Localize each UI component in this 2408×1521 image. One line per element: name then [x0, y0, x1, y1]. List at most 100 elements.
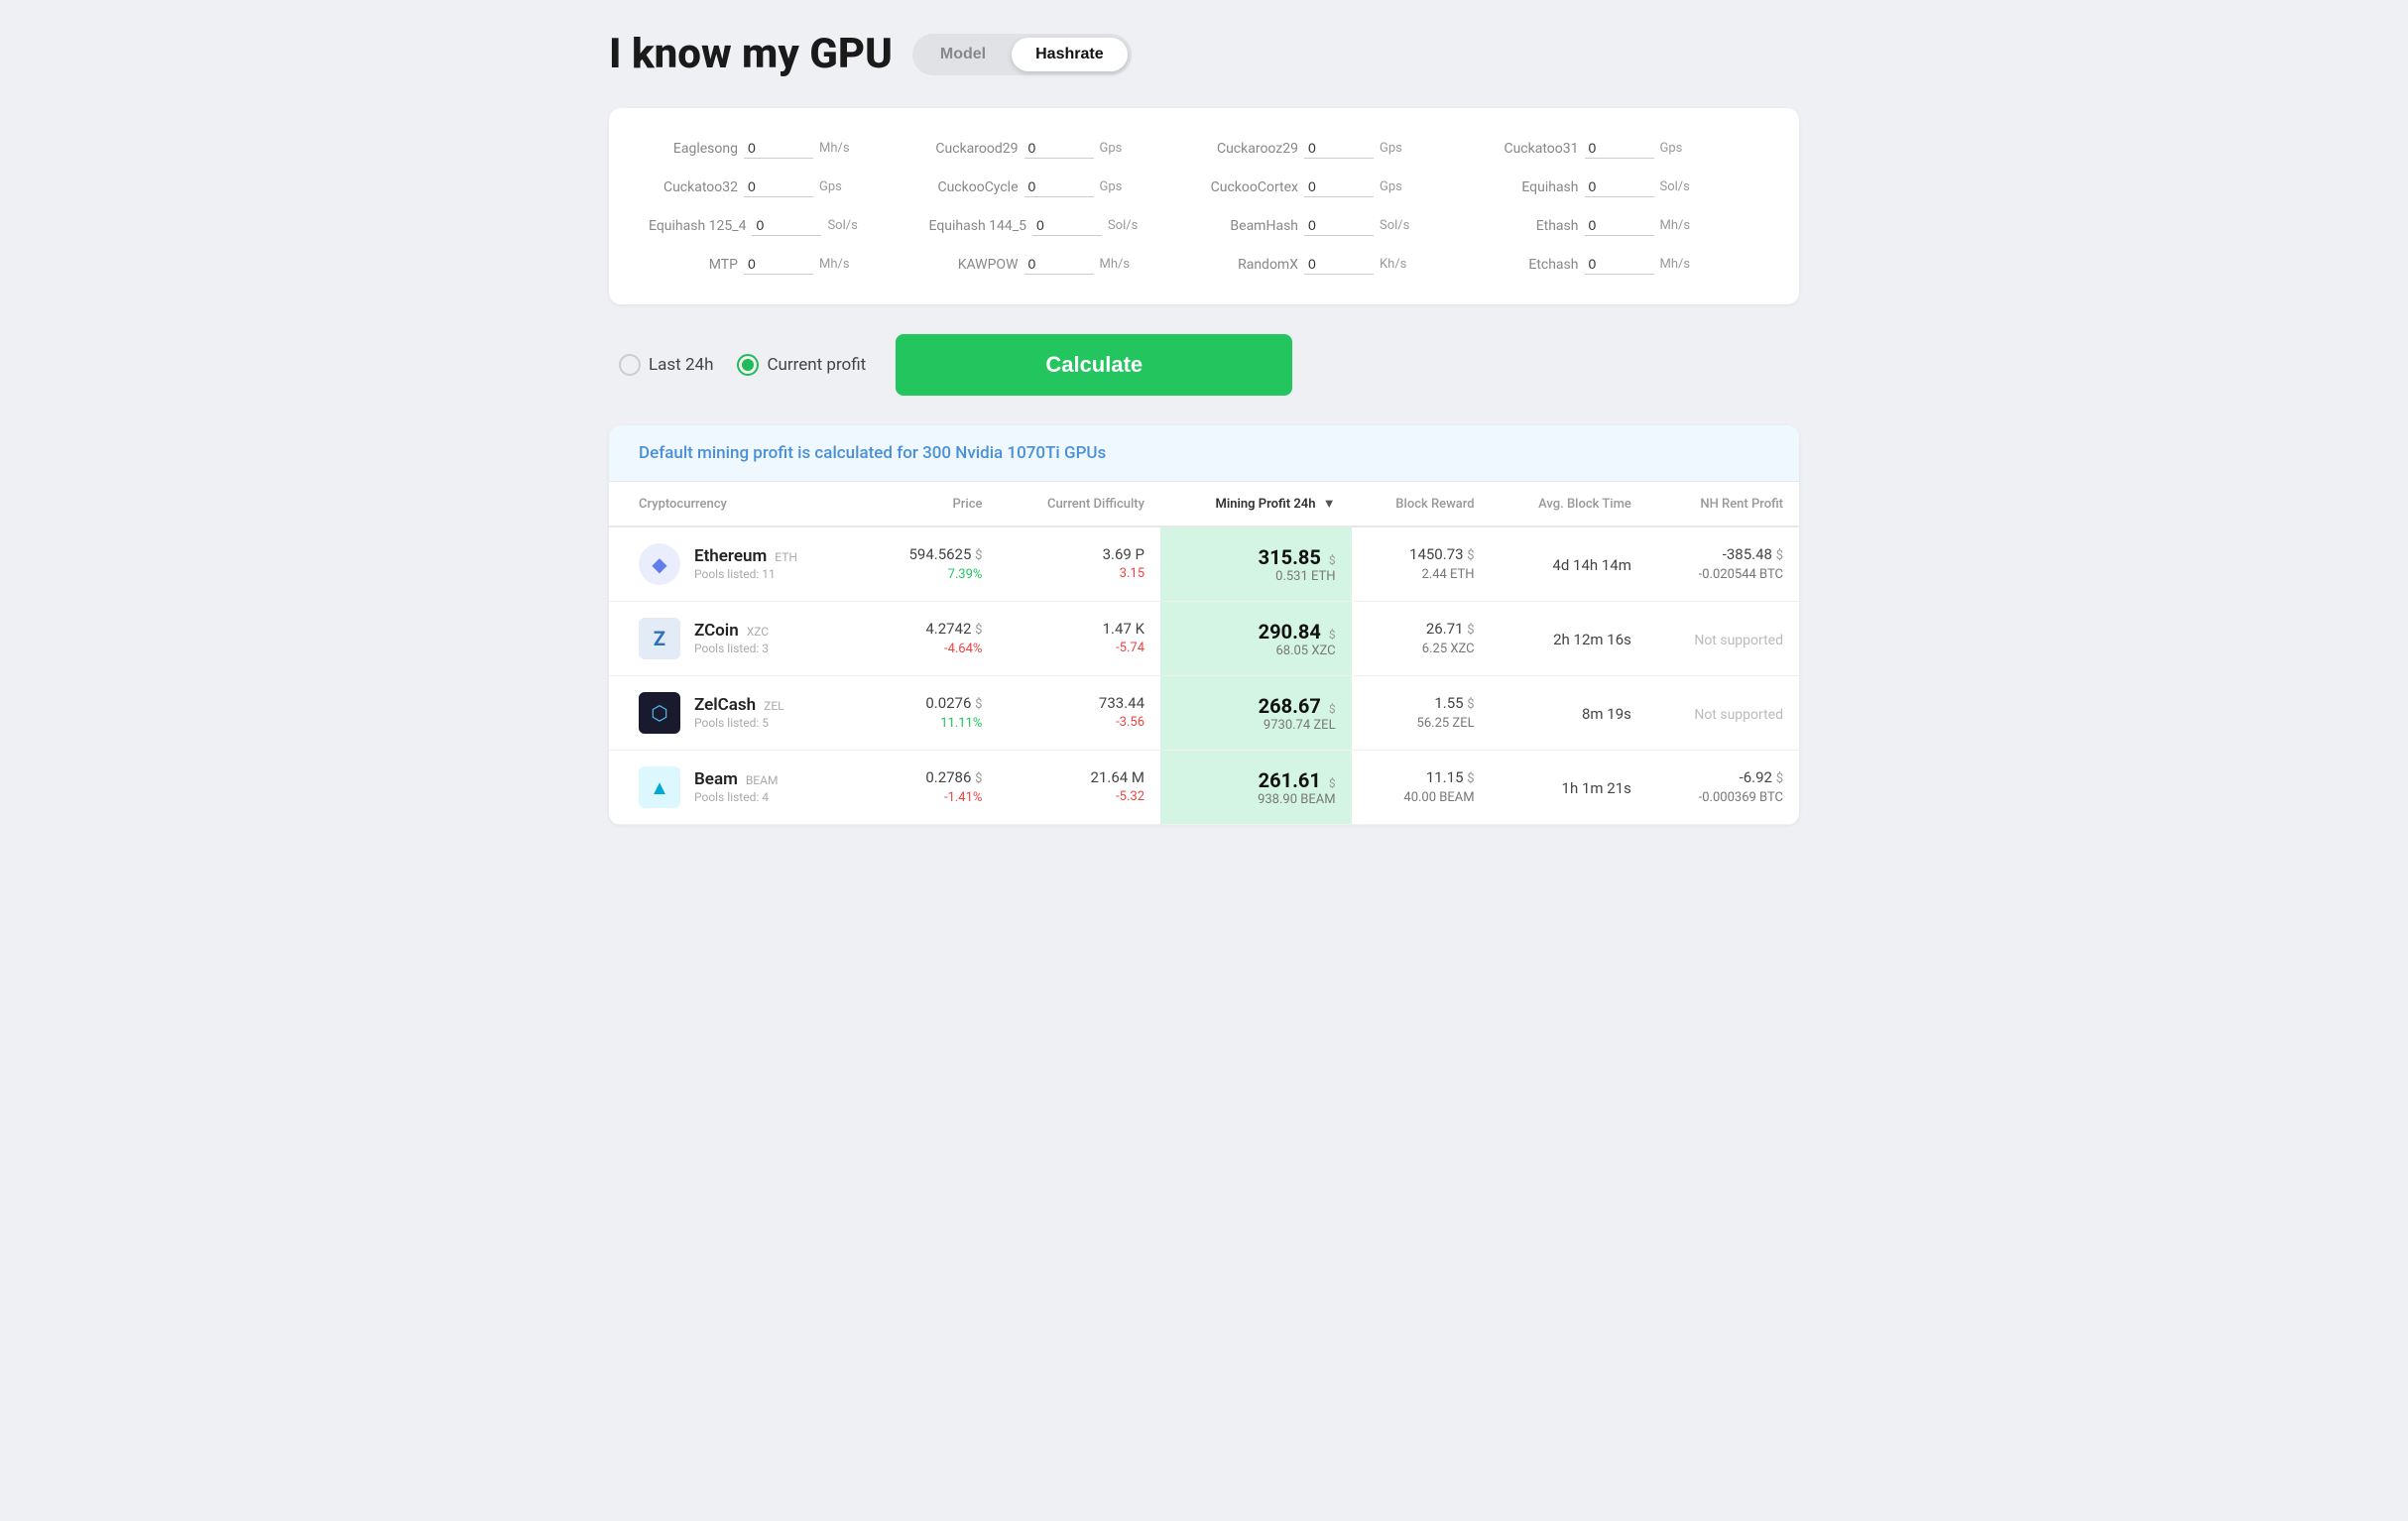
- coin-ticker-beam: BEAM: [746, 773, 779, 787]
- profit-usd-beam: $: [1329, 776, 1336, 790]
- hashrate-field-equihash-125_4: Equihash 125_4 Sol/s: [649, 215, 919, 236]
- radio-last24h[interactable]: Last 24h: [619, 354, 713, 376]
- hashrate-field-cuckoocortex: CuckooCortex Gps: [1209, 176, 1480, 197]
- profit-cell-zcoin: 290.84 $ 68.05 XZC: [1160, 602, 1352, 676]
- reward-cell-beam: 11.15 $ 40.00 BEAM: [1352, 751, 1491, 825]
- hashrate-label: BeamHash: [1209, 218, 1298, 234]
- hashrate-field-cuckatoo32: Cuckatoo32 Gps: [649, 176, 919, 197]
- hashrate-label: MTP: [649, 257, 738, 273]
- profit-sub-beam: 938.90 BEAM: [1176, 792, 1336, 807]
- hashrate-input-equihash-125_4[interactable]: [752, 215, 821, 236]
- radio-last24h-label: Last 24h: [649, 355, 713, 375]
- hashrate-input-eaglesong[interactable]: [744, 138, 813, 159]
- col-header-block-reward[interactable]: Block Reward: [1352, 482, 1491, 526]
- profit-cell-zelcash: 268.67 $ 9730.74 ZEL: [1160, 676, 1352, 751]
- hashrate-input-kawpow[interactable]: [1024, 254, 1094, 275]
- hashrate-label: Eaglesong: [649, 141, 738, 157]
- price-main-zelcash: 0.0276 $: [882, 693, 982, 714]
- hashrate-label: Equihash 144_5: [929, 218, 1026, 234]
- block-time-ethereum: 4d 14h 14m: [1552, 556, 1630, 574]
- hashrate-input-cuckarood29[interactable]: [1024, 138, 1094, 159]
- hashrate-input-mtp[interactable]: [744, 254, 813, 275]
- calculate-button[interactable]: Calculate: [896, 334, 1292, 396]
- page-wrapper: I know my GPU Model Hashrate Eaglesong M…: [569, 0, 1839, 855]
- diff-change-zelcash: -3.56: [1014, 714, 1144, 732]
- coin-name-block-ethereum: Ethereum ETH Pools listed: 11: [694, 545, 797, 583]
- profit-sub-ethereum: 0.531 ETH: [1176, 569, 1336, 584]
- hashrate-input-ethash[interactable]: [1585, 215, 1654, 236]
- diff-change-zcoin: -5.74: [1014, 640, 1144, 657]
- hashrate-input-equihash[interactable]: [1585, 176, 1654, 197]
- results-section: Default mining profit is calculated for …: [609, 425, 1799, 825]
- hashrate-unit: Gps: [1380, 179, 1402, 194]
- radio-current-profit[interactable]: Current profit: [737, 354, 866, 376]
- block-time-cell-ethereum: 4d 14h 14m: [1491, 526, 1647, 602]
- calc-row: Last 24h Current profit Calculate: [609, 334, 1799, 396]
- col-header-price[interactable]: Price: [866, 482, 998, 526]
- radio-circle-last24h: [619, 354, 641, 376]
- hashrate-input-beamhash[interactable]: [1304, 215, 1374, 236]
- hashrate-unit: Gps: [1380, 141, 1402, 156]
- nh-not-supported-zcoin: Not supported: [1694, 633, 1783, 648]
- profit-usd-zcoin: $: [1329, 628, 1336, 642]
- hashrate-input-cuckoocortex[interactable]: [1304, 176, 1374, 197]
- coin-cell-zelcash: ⬡ ZelCash ZEL Pools listed: 5: [609, 676, 866, 751]
- coin-cell-ethereum: ◆ Ethereum ETH Pools listed: 11: [609, 526, 866, 602]
- table-row: ◆ Ethereum ETH Pools listed: 11 594.5625…: [609, 526, 1799, 602]
- difficulty-cell-ethereum: 3.69 P 3.15: [998, 526, 1160, 602]
- col-header-avg.-block-time[interactable]: Avg. Block Time: [1491, 482, 1647, 526]
- hashrate-unit: Sol/s: [1108, 218, 1138, 233]
- col-header-nh-rent-profit[interactable]: NH Rent Profit: [1647, 482, 1799, 526]
- hashrate-input-etchash[interactable]: [1585, 254, 1654, 275]
- col-header-mining-profit-24h[interactable]: Mining Profit 24h ▼: [1160, 482, 1352, 526]
- hashrate-field-equihash-144_5: Equihash 144_5 Sol/s: [929, 215, 1200, 236]
- coin-pools-ethereum: Pools listed: 11: [694, 567, 797, 583]
- coin-icon-zelcash: ⬡: [639, 692, 680, 734]
- hashrate-input-cuckarooz29[interactable]: [1304, 138, 1374, 159]
- reward-coin-zelcash: 56.25 ZEL: [1368, 715, 1475, 733]
- coin-pools-zcoin: Pools listed: 3: [694, 642, 769, 657]
- diff-change-beam: -5.32: [1014, 788, 1144, 806]
- hashrate-input-cuckatoo31[interactable]: [1585, 138, 1654, 159]
- price-pct-zelcash: 11.11%: [882, 715, 982, 733]
- reward-coin-ethereum: 2.44 ETH: [1368, 566, 1475, 584]
- hashrate-label: Etchash: [1490, 257, 1579, 273]
- profit-usd-zelcash: $: [1329, 702, 1336, 716]
- hashrate-unit: Mh/s: [819, 141, 850, 156]
- hashrate-label: Equihash 125_4: [649, 218, 746, 234]
- hashrate-field-mtp: MTP Mh/s: [649, 254, 919, 275]
- data-table: CryptocurrencyPriceCurrent DifficultyMin…: [609, 482, 1799, 825]
- reward-cell-zelcash: 1.55 $ 56.25 ZEL: [1352, 676, 1491, 751]
- col-header-current-difficulty[interactable]: Current Difficulty: [998, 482, 1160, 526]
- price-pct-ethereum: 7.39%: [882, 566, 982, 584]
- hashrate-label: Cuckarooz29: [1209, 141, 1298, 157]
- price-pct-beam: -1.41%: [882, 789, 982, 807]
- profit-cell-beam: 261.61 $ 938.90 BEAM: [1160, 751, 1352, 825]
- coin-cell-beam: ▲ Beam BEAM Pools listed: 4: [609, 751, 866, 825]
- coin-name-block-zcoin: ZCoin XZC Pools listed: 3: [694, 620, 769, 657]
- mode-hashrate-button[interactable]: Hashrate: [1012, 38, 1127, 71]
- hashrate-label: KAWPOW: [929, 257, 1019, 273]
- coin-name-ethereum: Ethereum: [694, 546, 767, 566]
- reward-main-ethereum: 1450.73 $: [1368, 544, 1475, 565]
- profit-sub-zcoin: 68.05 XZC: [1176, 644, 1336, 658]
- price-cell-zelcash: 0.0276 $ 11.11%: [866, 676, 998, 751]
- col-header-cryptocurrency[interactable]: Cryptocurrency: [609, 482, 866, 526]
- hashrate-unit: Mh/s: [1660, 257, 1691, 272]
- reward-coin-beam: 40.00 BEAM: [1368, 789, 1475, 807]
- mode-model-button[interactable]: Model: [916, 38, 1010, 71]
- table-head: CryptocurrencyPriceCurrent DifficultyMin…: [609, 482, 1799, 526]
- hashrate-panel: Eaglesong Mh/s Cuckarood29 Gps Cuckarooz…: [609, 108, 1799, 304]
- coin-icon-zcoin: Z: [639, 618, 680, 659]
- coin-pools-beam: Pools listed: 4: [694, 790, 778, 806]
- hashrate-label: Cuckarood29: [929, 141, 1019, 157]
- hashrate-input-cuckatoo32[interactable]: [744, 176, 813, 197]
- hashrate-field-kawpow: KAWPOW Mh/s: [929, 254, 1200, 275]
- hashrate-field-randomx: RandomX Kh/s: [1209, 254, 1480, 275]
- hashrate-input-equihash-144_5[interactable]: [1032, 215, 1102, 236]
- hashrate-input-randomx[interactable]: [1304, 254, 1374, 275]
- hashrate-input-cuckoocycle[interactable]: [1024, 176, 1094, 197]
- nh-main-ethereum: -385.48 $: [1663, 544, 1783, 565]
- coin-name-block-beam: Beam BEAM Pools listed: 4: [694, 768, 778, 806]
- hashrate-label: Ethash: [1490, 218, 1579, 234]
